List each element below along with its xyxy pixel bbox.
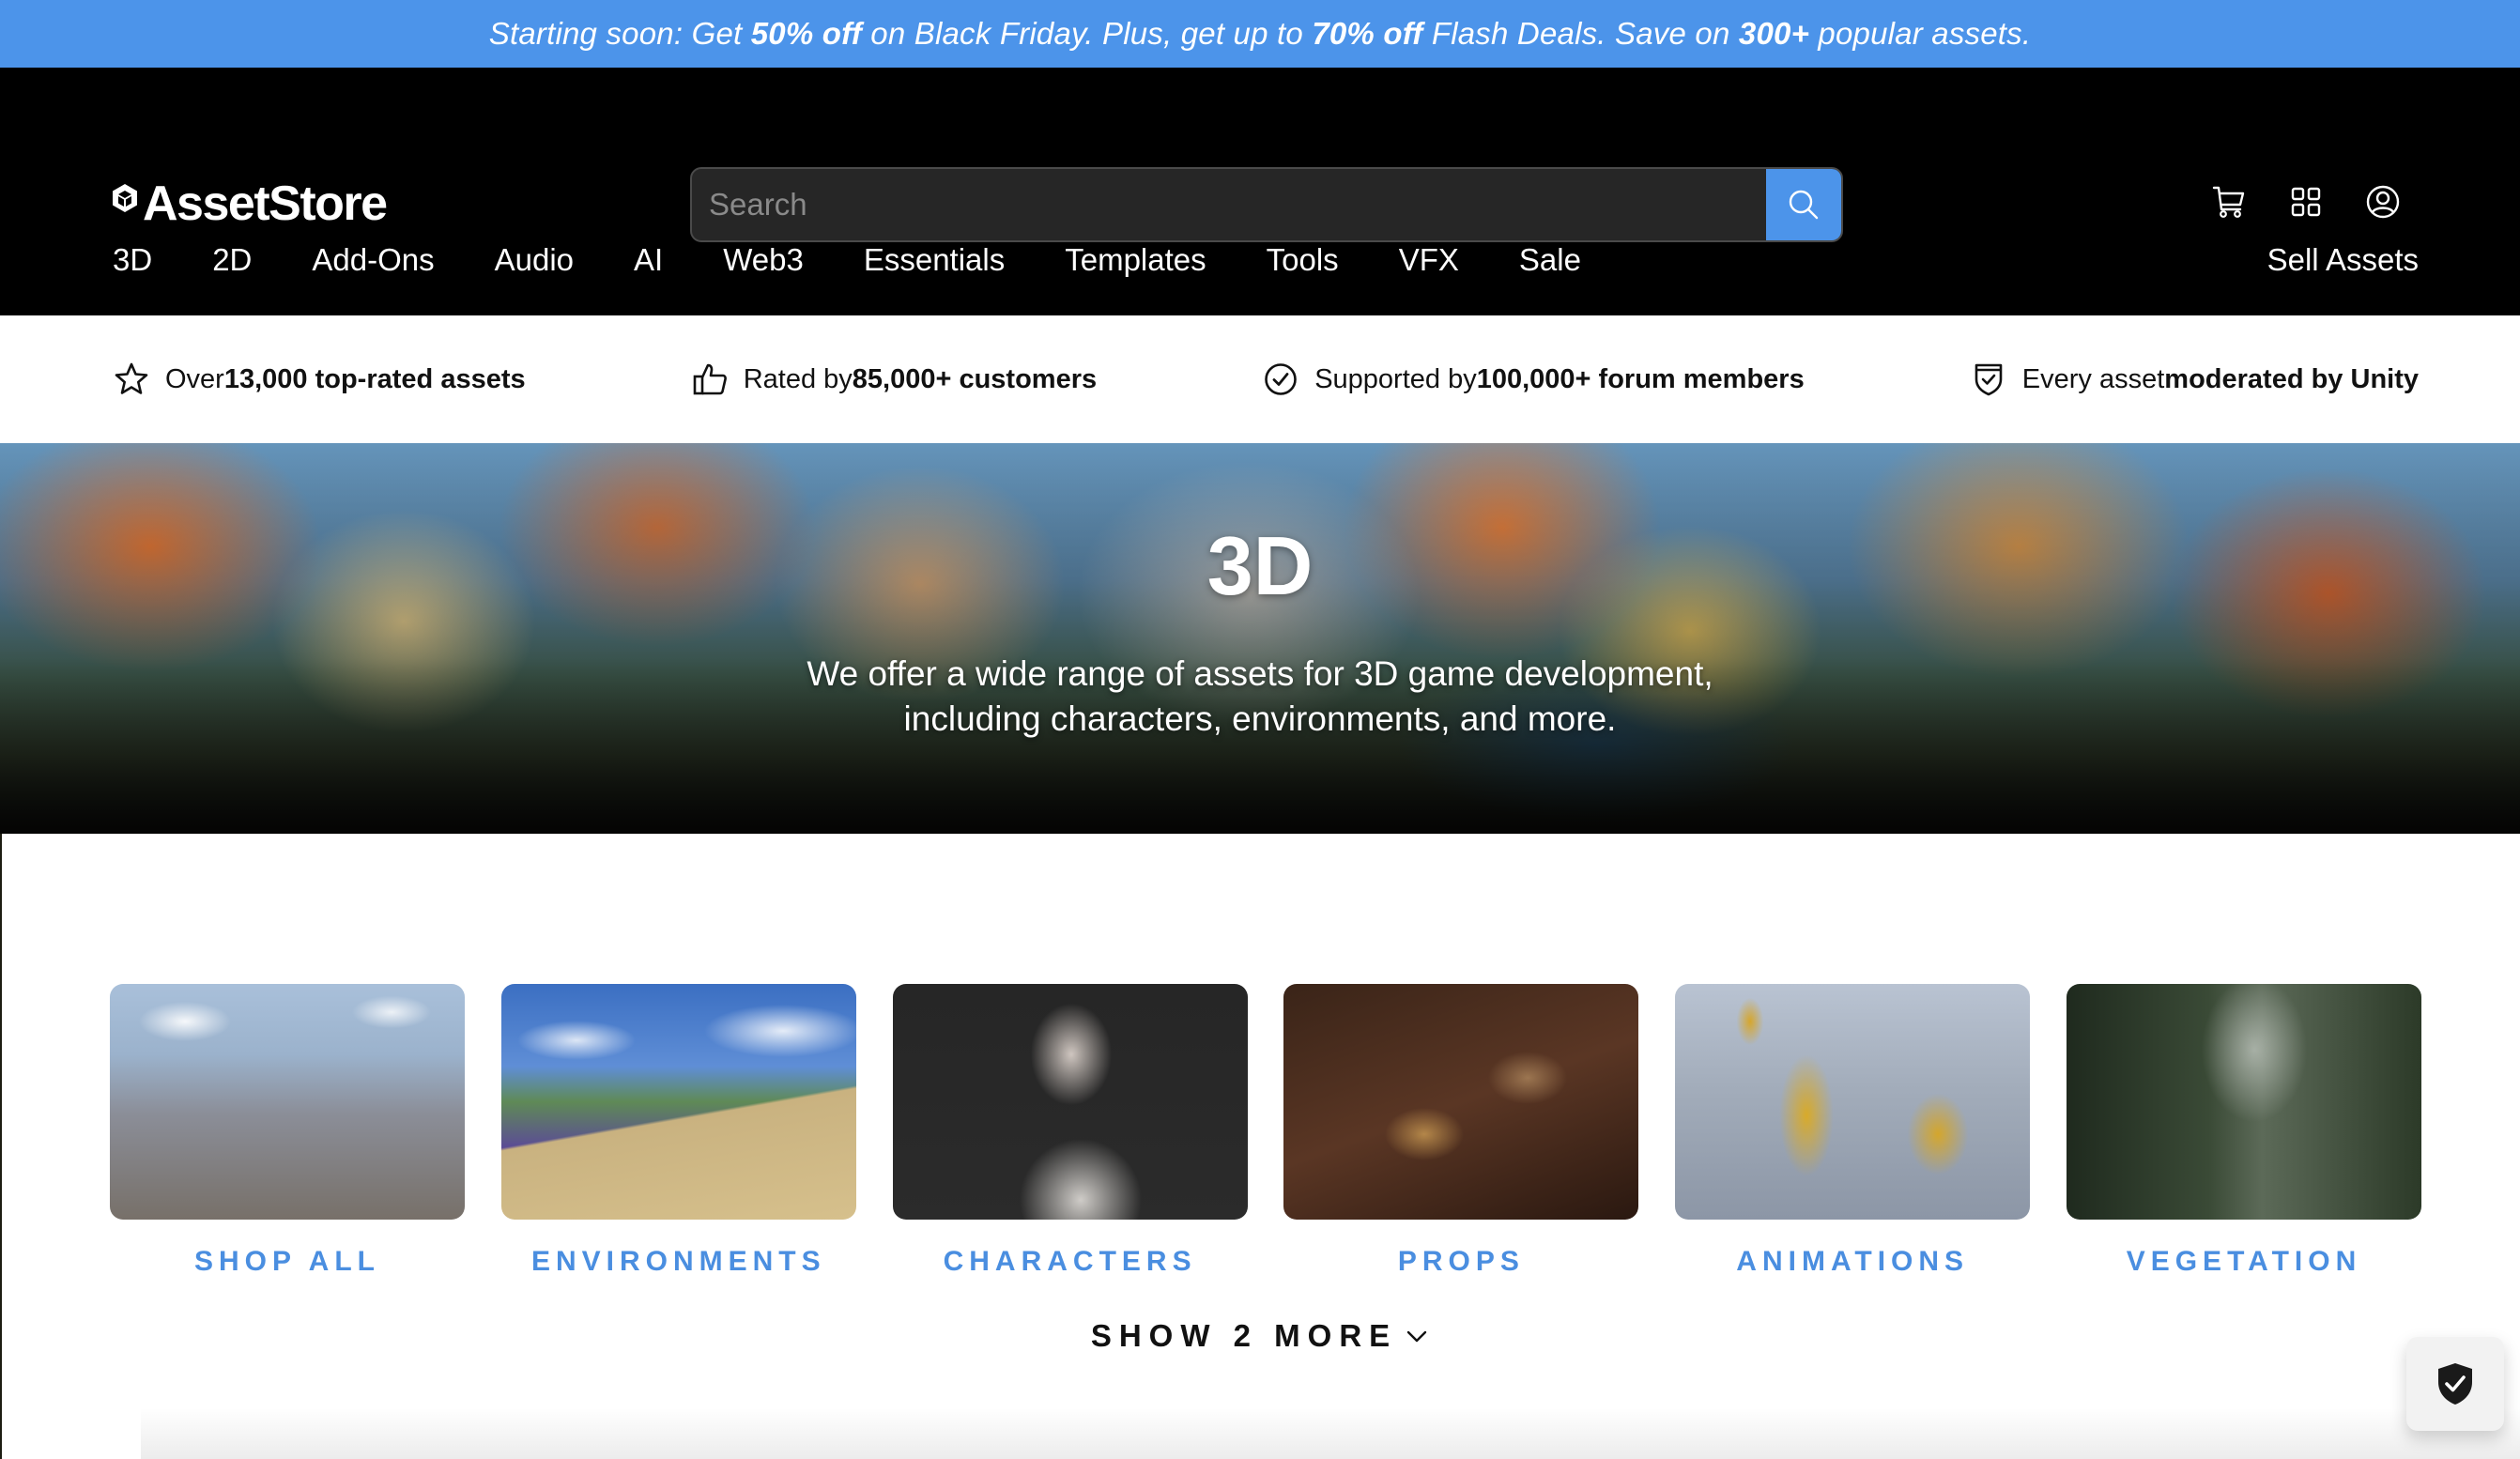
promo-highlight: 50% off: [750, 16, 862, 51]
category-nav: 3D 2D Add-Ons Audio AI Web3 Essentials T…: [113, 242, 1641, 278]
account-icon: [2366, 185, 2400, 219]
promo-text-run: popular assets.: [1809, 16, 2032, 51]
star-icon: [115, 362, 148, 394]
category-label[interactable]: VEGETATION: [2127, 1246, 2362, 1278]
nav-item-add-ons[interactable]: Add-Ons: [312, 242, 434, 278]
search-bar: [690, 167, 1843, 242]
logo-text: AssetStore: [143, 177, 388, 231]
trust-item-assets: Over 13,000 top-rated assets: [113, 361, 526, 398]
hero-subtitle: We offer a wide range of assets for 3D g…: [807, 654, 1713, 738]
nav-item-templates[interactable]: Templates: [1065, 242, 1206, 278]
shield-check-icon: [1975, 363, 2003, 396]
trust-bar: Over 13,000 top-rated assets Rated by 85…: [0, 315, 2520, 443]
shield-check-icon: [2438, 1363, 2472, 1405]
nav-item-ai[interactable]: AI: [634, 242, 663, 278]
trust-item-moderation: Every asset moderated by Unity: [1970, 361, 2419, 398]
search-button[interactable]: [1766, 169, 1841, 240]
search-icon: [1789, 190, 1819, 220]
promo-text-run: Flash Deals. Save on: [1422, 16, 1739, 51]
cart-button[interactable]: [2210, 183, 2248, 221]
category-image-misty-forest[interactable]: [2066, 984, 2421, 1220]
category-grid: SHOP ALL ENVIRONMENTS CHARACTERS PROPS A…: [110, 984, 2421, 1278]
trust-highlight: 13,000 top-rated assets: [223, 363, 526, 394]
nav-item-2d[interactable]: 2D: [212, 242, 252, 278]
show-more-row: SHOW 2 MORE: [0, 1318, 2520, 1354]
nav-item-audio[interactable]: Audio: [495, 242, 574, 278]
category-image-tavern-interior[interactable]: [1283, 984, 1639, 1220]
promo-highlight: 300+: [1738, 16, 1810, 51]
trust-highlight: 100,000+ forum members: [1476, 363, 1805, 394]
promo-banner[interactable]: Starting soon: Get 50% off on Black Frid…: [0, 0, 2520, 68]
cart-icon: [2212, 186, 2245, 218]
category-image-crash-test-dummies[interactable]: [1675, 984, 2031, 1220]
promo-highlight: 70% off: [1312, 16, 1423, 51]
category-image-flower-fields[interactable]: [500, 984, 856, 1220]
category-card-props[interactable]: PROPS: [1283, 984, 1639, 1278]
trust-prefix: Every asset: [2021, 363, 2165, 394]
nav-item-essentials[interactable]: Essentials: [864, 242, 1005, 278]
logo[interactable]: AssetStore: [111, 176, 388, 232]
category-label[interactable]: SHOP ALL: [194, 1246, 380, 1278]
hero-banner: 3D We offer a wide range of assets for 3…: [0, 443, 2520, 834]
trust-item-customers: Rated by 85,000+ customers: [691, 361, 1097, 398]
nav-item-sale[interactable]: Sale: [1519, 242, 1581, 278]
show-more-label: SHOW 2 MORE: [1090, 1318, 1398, 1353]
trust-highlight: 85,000+ customers: [852, 363, 1098, 394]
apps-grid-icon: [2291, 187, 2321, 217]
category-card-environments[interactable]: ENVIRONMENTS: [500, 984, 856, 1278]
search-input[interactable]: [692, 169, 1766, 240]
trust-prefix: Supported by: [1314, 363, 1477, 394]
promo-text: Starting soon: Get 50% off on Black Frid…: [489, 16, 2031, 52]
category-card-animations[interactable]: ANIMATIONS: [1675, 984, 2031, 1278]
category-card-shop-all[interactable]: SHOP ALL: [110, 984, 465, 1278]
nav-item-vfx[interactable]: VFX: [1399, 242, 1459, 278]
apps-button[interactable]: [2287, 183, 2325, 221]
security-badge-button[interactable]: [2406, 1337, 2504, 1431]
category-card-vegetation[interactable]: VEGETATION: [2066, 984, 2421, 1278]
show-more-button[interactable]: SHOW 2 MORE: [1091, 1318, 1429, 1354]
site-header: AssetStore Search 3D 2D Add-Ons Audio AI…: [0, 68, 2520, 315]
trust-highlight: moderated by Unity: [2164, 363, 2419, 394]
hero-title: 3D: [1206, 519, 1314, 612]
category-image-castle[interactable]: [110, 984, 465, 1220]
nav-item-tools[interactable]: Tools: [1267, 242, 1339, 278]
promo-text-run: on Black Friday. Plus, get up to: [861, 16, 1313, 51]
nav-item-web3[interactable]: Web3: [723, 242, 804, 278]
category-label[interactable]: PROPS: [1398, 1246, 1525, 1278]
check-circle-icon: [1265, 363, 1298, 395]
header-icons: [2210, 183, 2402, 221]
promo-text-run: Starting soon: Get: [488, 16, 751, 51]
trust-item-forum: Supported by 100,000+ forum members: [1262, 361, 1805, 398]
category-label[interactable]: ANIMATIONS: [1736, 1246, 1969, 1278]
chevron-down-icon: [1406, 1330, 1427, 1343]
nav-item-3d[interactable]: 3D: [113, 242, 152, 278]
content-card-edge: [141, 1408, 2520, 1459]
category-label[interactable]: ENVIRONMENTS: [531, 1246, 826, 1278]
account-button[interactable]: [2364, 183, 2402, 221]
category-label[interactable]: CHARACTERS: [944, 1246, 1197, 1278]
thumbs-up-icon: [693, 363, 727, 395]
trust-prefix: Over: [165, 363, 224, 394]
category-image-mechanic-girl[interactable]: [892, 984, 1248, 1220]
unity-logo-icon: [113, 184, 137, 212]
category-card-characters[interactable]: CHARACTERS: [892, 984, 1248, 1278]
trust-prefix: Rated by: [743, 363, 853, 394]
sell-assets-link[interactable]: Sell Assets: [2267, 242, 2419, 278]
